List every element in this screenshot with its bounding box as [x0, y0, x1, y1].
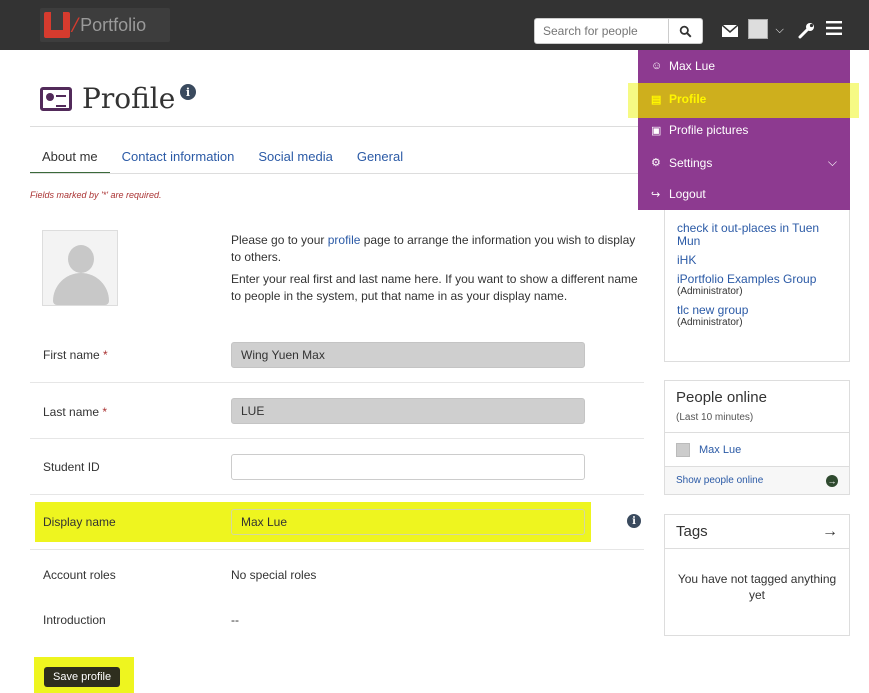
divider	[30, 438, 644, 439]
intro-paragraph-2: Enter your real first and last name here…	[231, 272, 638, 303]
tags-title: Tags	[676, 523, 708, 540]
divider	[30, 173, 644, 174]
site-logo[interactable]: / Portfolio	[40, 8, 170, 42]
intro-paragraph-1: Please go to your profile page to arrang…	[231, 232, 641, 266]
menu-item-label: Profile pictures	[669, 123, 749, 137]
profile-tabs: About me Contact information Social medi…	[30, 146, 415, 174]
tags-empty-message: You have not tagged anything yet	[677, 572, 837, 602]
tab-social-media[interactable]: Social media	[246, 146, 344, 174]
group-link[interactable]: check it out-places in Tuen Mun	[677, 222, 837, 248]
divider	[30, 126, 644, 127]
page-title-text: Profile	[82, 82, 176, 115]
menu-item-label: Logout	[669, 187, 706, 201]
search-button[interactable]	[669, 18, 703, 44]
menu-item-logout[interactable]: ↪ Logout	[651, 187, 706, 201]
divider	[30, 494, 644, 495]
introduction-value: --	[231, 613, 239, 627]
profile-picture[interactable]	[42, 230, 118, 306]
group-link[interactable]: iHK	[677, 254, 837, 267]
menu-item-label: Profile	[669, 92, 707, 106]
avatar-head	[68, 245, 94, 273]
top-navbar: / Portfolio ⌵	[0, 0, 869, 50]
display-name-field[interactable]	[231, 509, 585, 535]
id-card-icon: ▤	[651, 93, 662, 106]
profile-link[interactable]: profile	[328, 233, 361, 247]
avatar-body	[53, 273, 109, 305]
display-name-label: Display name	[43, 515, 116, 529]
menu-item-settings[interactable]: ⚙ Settings ⌵	[651, 155, 837, 170]
wrench-icon[interactable]	[798, 21, 816, 45]
user-avatar-menu-button[interactable]: ⌵	[748, 19, 784, 40]
menu-item-label: Settings	[669, 155, 713, 170]
search-icon	[679, 25, 692, 37]
arrow-right-circle-icon: →	[826, 474, 838, 487]
group-link[interactable]: iPortfolio Examples Group	[677, 273, 837, 286]
arrow-right-icon: →	[822, 522, 838, 540]
id-card-icon	[40, 86, 72, 111]
online-user-link[interactable]: Max Lue	[699, 444, 741, 456]
last-name-label-text: Last name	[43, 405, 100, 419]
search-input[interactable]	[534, 18, 669, 44]
info-icon[interactable]: i	[180, 84, 196, 100]
show-people-online-text: Show people online	[676, 475, 764, 486]
list-item[interactable]: Max Lue	[665, 433, 849, 467]
people-online-header: People online (Last 10 minutes)	[665, 381, 849, 433]
page-title: Profile	[40, 82, 175, 115]
my-groups-card: check it out-places in Tuen Mun iHK iPor…	[664, 196, 850, 362]
group-link[interactable]: tlc new group	[677, 304, 837, 317]
divider	[30, 549, 644, 550]
avatar	[676, 442, 690, 457]
required-mark: *	[102, 405, 108, 419]
first-name-field[interactable]	[231, 342, 585, 368]
logo-slash: /	[72, 12, 79, 37]
people-online-title: People online	[676, 389, 767, 406]
chevron-down-icon: ⌵	[775, 24, 784, 37]
logo-mark	[44, 12, 70, 38]
student-id-field[interactable]	[231, 454, 585, 480]
people-online-subtitle: (Last 10 minutes)	[676, 412, 754, 423]
intro-text-pre: Please go to your	[231, 233, 328, 247]
cogs-icon: ⚙	[651, 157, 661, 169]
first-name-label: First name *	[43, 348, 108, 362]
tags-header[interactable]: Tags →	[665, 515, 849, 549]
menu-item-user[interactable]: ☺ Max Lue	[651, 59, 715, 73]
required-mark: *	[103, 348, 108, 362]
sign-out-icon: ↪	[651, 188, 661, 201]
required-fields-note: Fields marked by '*' are required.	[30, 190, 162, 200]
last-name-label: Last name *	[43, 405, 107, 419]
info-icon[interactable]: i	[627, 514, 641, 528]
last-name-field[interactable]	[231, 398, 585, 424]
menu-item-profile-pictures[interactable]: ▣ Profile pictures	[651, 123, 748, 137]
chevron-down-icon: ⌵	[827, 155, 837, 169]
menu-item-label: Max Lue	[669, 59, 716, 73]
student-id-label: Student ID	[43, 460, 100, 474]
tab-general[interactable]: General	[345, 146, 415, 174]
avatar	[748, 19, 768, 39]
save-profile-button[interactable]: Save profile	[44, 667, 121, 687]
first-name-label-text: First name	[43, 348, 100, 362]
account-roles-value: No special roles	[231, 568, 317, 582]
user-icon: ☺	[651, 60, 663, 72]
tab-contact-information[interactable]: Contact information	[110, 146, 247, 174]
group-role: (Administrator)	[677, 286, 743, 297]
divider	[30, 382, 644, 383]
people-online-card: People online (Last 10 minutes) Max Lue …	[664, 380, 850, 495]
group-role: (Administrator)	[677, 317, 743, 328]
logo-text: Portfolio	[80, 14, 147, 35]
tags-card: Tags → You have not tagged anything yet	[664, 514, 850, 636]
account-roles-label: Account roles	[43, 568, 116, 582]
menu-item-profile[interactable]: ▤ Profile	[651, 92, 706, 106]
envelope-icon[interactable]	[721, 21, 739, 43]
portrait-icon: ▣	[651, 124, 662, 137]
tab-about-me[interactable]: About me	[30, 146, 110, 174]
intro-text: Please go to your profile page to arrang…	[231, 232, 641, 310]
introduction-label: Introduction	[43, 613, 106, 627]
hamburger-menu-icon[interactable]	[826, 21, 842, 41]
show-people-online-link[interactable]: Show people online →	[665, 467, 849, 494]
